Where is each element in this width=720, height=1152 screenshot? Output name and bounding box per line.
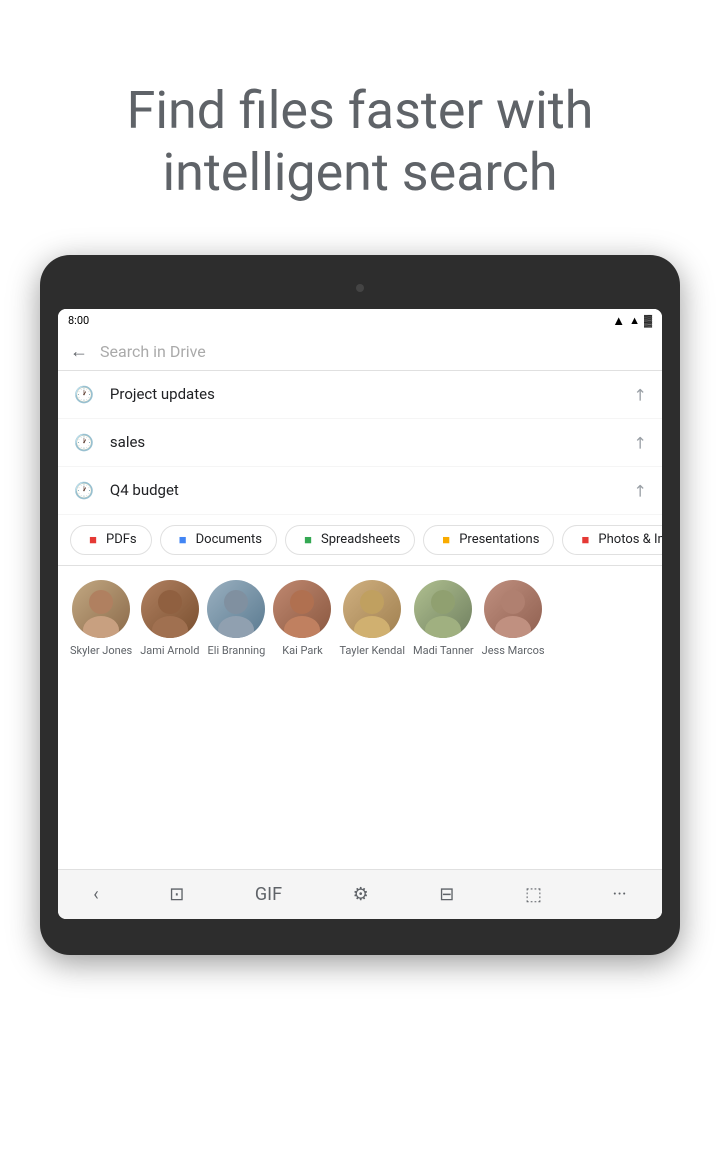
doc-icon: ■	[175, 532, 191, 548]
status-time: 8:00	[68, 314, 89, 327]
hero-section: Find files faster with intelligent searc…	[0, 0, 720, 245]
person-kai[interactable]: Kai Park	[273, 580, 331, 657]
status-bar: 8:00 ▲ ▲ ▓	[58, 309, 662, 333]
avatar-tayler	[343, 580, 401, 638]
slides-icon: ■	[438, 532, 454, 548]
chip-spreadsheets-label: Spreadsheets	[321, 532, 400, 547]
chip-documents-label: Documents	[196, 532, 262, 547]
filter-chips: ■ PDFs ■ Documents ■ Spreadsheets ■ Pres…	[58, 515, 662, 566]
tablet-wrapper: 8:00 ▲ ▲ ▓ ← Search in Drive 🕐 Project u…	[0, 245, 720, 955]
history-icon-3: 🕐	[74, 481, 94, 500]
hero-title: Find files faster with intelligent searc…	[60, 80, 660, 205]
camera-dot	[356, 284, 364, 292]
suggestion-item-2[interactable]: 🕐 sales ↗	[58, 419, 662, 467]
avatar-jami	[141, 580, 199, 638]
people-section: Skyler Jones Jami Arnold Eli Branning	[58, 566, 662, 671]
kb-screen[interactable]: ⊟	[427, 880, 466, 909]
kb-layout[interactable]: ⬚	[513, 880, 554, 909]
search-suggestions: 🕐 Project updates ↗ 🕐 sales ↗ 🕐 Q4 budge…	[58, 371, 662, 869]
avatar-skyler	[72, 580, 130, 638]
chip-presentations-label: Presentations	[459, 532, 539, 547]
person-name-kai: Kai Park	[282, 644, 322, 657]
signal-icon: ▲	[612, 313, 625, 329]
avatar-eli	[207, 580, 265, 638]
back-button[interactable]: ←	[70, 341, 88, 362]
kb-more[interactable]: ···	[601, 880, 639, 909]
person-madi[interactable]: Madi Tanner	[413, 580, 474, 657]
chip-photos[interactable]: ■ Photos & Images	[562, 525, 662, 555]
chip-documents[interactable]: ■ Documents	[160, 525, 277, 555]
keyboard-bar: ‹ ⊡ GIF ⚙ ⊟ ⬚ ···	[58, 869, 662, 919]
history-icon-2: 🕐	[74, 433, 94, 452]
person-name-jami: Jami Arnold	[140, 644, 199, 657]
chip-presentations[interactable]: ■ Presentations	[423, 525, 554, 555]
kb-back[interactable]: ‹	[81, 880, 110, 909]
kb-settings[interactable]: ⚙	[341, 880, 381, 909]
kb-gif[interactable]: GIF	[243, 880, 294, 909]
person-name-skyler: Skyler Jones	[70, 644, 132, 657]
suggestion-text-1: Project updates	[110, 385, 633, 403]
status-bar-right: ▲ ▲ ▓	[612, 313, 652, 329]
person-name-jess: Jess Marcos	[482, 644, 545, 657]
suggestion-item[interactable]: 🕐 Project updates ↗	[58, 371, 662, 419]
person-tayler[interactable]: Tayler Kendal	[339, 580, 405, 657]
photo-icon: ■	[577, 532, 593, 548]
person-jess[interactable]: Jess Marcos	[482, 580, 545, 657]
avatar-kai	[273, 580, 331, 638]
sheet-icon: ■	[300, 532, 316, 548]
chip-spreadsheets[interactable]: ■ Spreadsheets	[285, 525, 415, 555]
tablet-top-bar	[58, 273, 662, 303]
chip-pdfs-label: PDFs	[106, 532, 137, 547]
person-name-tayler: Tayler Kendal	[339, 644, 405, 657]
suggestion-text-2: sales	[110, 433, 633, 451]
suggestion-text-3: Q4 budget	[110, 481, 633, 499]
person-jami[interactable]: Jami Arnold	[140, 580, 199, 657]
chip-pdfs[interactable]: ■ PDFs	[70, 525, 152, 555]
tablet-screen: 8:00 ▲ ▲ ▓ ← Search in Drive 🕐 Project u…	[58, 309, 662, 919]
person-eli[interactable]: Eli Branning	[207, 580, 265, 657]
pdf-icon: ■	[85, 532, 101, 548]
person-name-madi: Madi Tanner	[413, 644, 474, 657]
history-icon-1: 🕐	[74, 385, 94, 404]
search-input[interactable]: Search in Drive	[100, 342, 650, 361]
search-bar[interactable]: ← Search in Drive	[58, 333, 662, 371]
person-skyler[interactable]: Skyler Jones	[70, 580, 132, 657]
avatar-madi	[414, 580, 472, 638]
person-name-eli: Eli Branning	[208, 644, 266, 657]
avatar-jess	[484, 580, 542, 638]
tablet-device: 8:00 ▲ ▲ ▓ ← Search in Drive 🕐 Project u…	[40, 255, 680, 955]
chip-photos-label: Photos & Images	[598, 532, 662, 547]
suggestion-item-3[interactable]: 🕐 Q4 budget ↗	[58, 467, 662, 515]
battery-icon: ▓	[644, 314, 652, 327]
wifi-icon: ▲	[629, 314, 640, 327]
kb-clipboard[interactable]: ⊡	[157, 880, 196, 909]
